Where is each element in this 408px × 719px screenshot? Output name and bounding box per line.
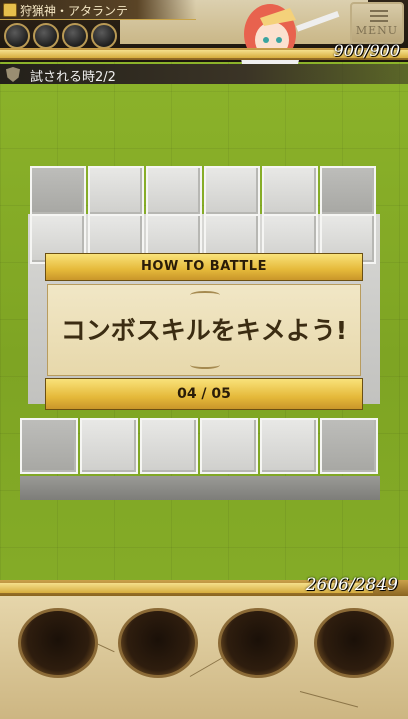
dialog-header: HOW TO BATTLE bbox=[45, 253, 363, 281]
boss-name-plate: 狩猟神・アタランテ bbox=[0, 0, 196, 20]
boss-name: 狩猟神・アタランテ bbox=[20, 4, 129, 18]
board-tile[interactable] bbox=[80, 418, 138, 474]
trial-bar: 試される時2/2 bbox=[0, 64, 408, 85]
skill-slot[interactable] bbox=[314, 608, 394, 678]
top-hud: 狩猟神・アタランテ MENU 900/900 bbox=[0, 0, 408, 64]
parchment-crack bbox=[299, 691, 359, 708]
flourish-ornament bbox=[190, 361, 220, 369]
skill-slot[interactable] bbox=[218, 608, 298, 678]
menu-button[interactable]: MENU bbox=[350, 2, 404, 44]
board-base bbox=[20, 476, 380, 500]
crown-icon bbox=[3, 3, 17, 17]
board-tile[interactable] bbox=[204, 166, 260, 216]
menu-label: MENU bbox=[355, 24, 399, 37]
board-tile[interactable] bbox=[262, 166, 318, 216]
skill-slot[interactable] bbox=[118, 608, 198, 678]
board-tile[interactable] bbox=[20, 418, 78, 474]
board-top-row bbox=[28, 166, 380, 264]
board-tile[interactable] bbox=[320, 166, 376, 216]
board-tile[interactable] bbox=[200, 418, 258, 474]
dialog-body: コンボスキルをキメよう! bbox=[47, 284, 361, 376]
board-tile[interactable] bbox=[140, 418, 198, 474]
board-tile[interactable] bbox=[320, 418, 378, 474]
orb-slot bbox=[62, 23, 88, 49]
enemy-hp-text: 900/900 bbox=[333, 41, 400, 60]
skill-panel bbox=[0, 596, 408, 719]
player-hp-text: 2606/2849 bbox=[305, 575, 398, 595]
how-to-battle-dialog[interactable]: HOW TO BATTLE コンボスキルをキメよう! 04 / 05 bbox=[45, 253, 363, 413]
dialog-message: コンボスキルをキメよう! bbox=[60, 316, 348, 345]
shield-icon bbox=[6, 67, 20, 82]
board-tile[interactable] bbox=[30, 166, 86, 216]
battle-screen: 狩猟神・アタランテ MENU 900/900 試される時2/2 HOW TO B… bbox=[0, 0, 408, 719]
orb-slot bbox=[91, 23, 117, 49]
dialog-title: HOW TO BATTLE bbox=[141, 259, 267, 274]
menu-icon bbox=[370, 10, 388, 22]
board-tile[interactable] bbox=[146, 166, 202, 216]
flourish-ornament bbox=[190, 291, 220, 299]
dialog-footer: 04 / 05 bbox=[45, 378, 363, 410]
skill-slot[interactable] bbox=[18, 608, 98, 678]
trial-label: 試される時2/2 bbox=[30, 70, 116, 85]
board-tile[interactable] bbox=[88, 166, 144, 216]
orb-slot bbox=[4, 23, 30, 49]
orb-slot bbox=[33, 23, 59, 49]
board-tile[interactable] bbox=[260, 418, 318, 474]
page-indicator: 04 / 05 bbox=[177, 386, 231, 402]
board-bottom-row bbox=[20, 418, 380, 478]
